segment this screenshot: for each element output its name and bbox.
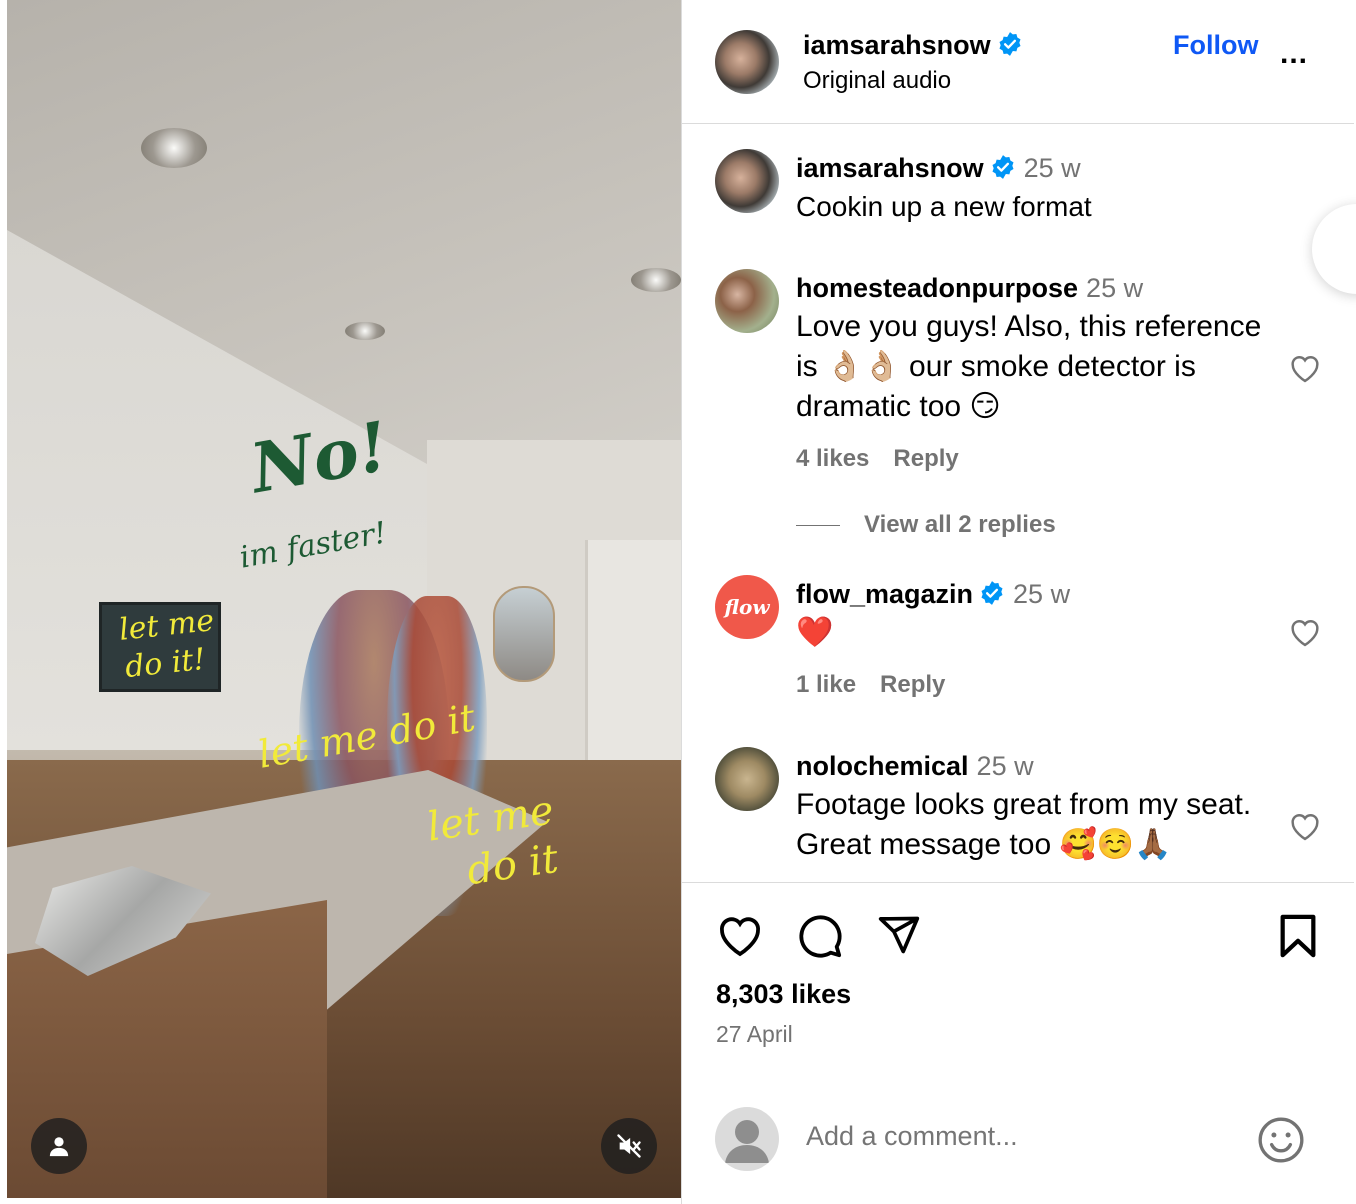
caption-username-text[interactable]: iamsarahsnow <box>796 153 984 183</box>
current-user-avatar <box>715 1107 779 1171</box>
muted-speaker-icon <box>617 1134 641 1158</box>
tagged-users-button[interactable] <box>31 1118 87 1174</box>
comment-icon[interactable] <box>796 913 844 959</box>
ceiling-light <box>345 322 385 340</box>
replies-divider <box>796 524 840 526</box>
post-header: iamsarahsnow Original audio Follow ... <box>682 0 1354 124</box>
comment-time[interactable]: 25 w <box>1086 273 1143 303</box>
add-comment-input[interactable] <box>806 1121 1226 1152</box>
post-likes-count[interactable]: 8,303 likes <box>716 979 851 1010</box>
comment-username-text[interactable]: homesteadonpurpose <box>796 273 1078 303</box>
comment-like-heart-icon[interactable] <box>1288 811 1322 841</box>
author-avatar[interactable] <box>715 30 779 94</box>
bookmark-icon[interactable] <box>1278 913 1318 959</box>
view-replies-button[interactable]: View all 2 replies <box>796 511 1056 539</box>
comment-username[interactable]: homesteadonpurpose 25 w <box>796 273 1143 304</box>
verified-badge-icon <box>999 32 1021 56</box>
comment-username[interactable]: flow_magazin 25 w <box>796 579 1070 610</box>
caption-avatar[interactable] <box>715 149 779 213</box>
comment-text: Footage looks great from my seat. Great … <box>796 788 1252 861</box>
more-options-button[interactable]: ... <box>1280 39 1308 69</box>
post-details-panel: iamsarahsnow Original audio Follow ... i… <box>681 0 1356 1204</box>
comment-text: Love you guys! Also, this reference is 👌… <box>796 310 1262 423</box>
comment-username-text[interactable]: nolochemical <box>796 751 969 781</box>
follow-button[interactable]: Follow <box>1173 30 1258 61</box>
comment-like-heart-icon[interactable] <box>1288 353 1322 383</box>
caption-time[interactable]: 25 w <box>1024 153 1081 183</box>
author-username[interactable]: iamsarahsnow <box>803 30 1023 61</box>
comment-meta: 4 likes Reply <box>796 445 983 473</box>
comment-time[interactable]: 25 w <box>1013 579 1070 609</box>
original-audio-link[interactable]: Original audio <box>803 67 951 95</box>
mute-toggle-button[interactable] <box>601 1118 657 1174</box>
view-replies-label[interactable]: View all 2 replies <box>864 511 1056 539</box>
comment-avatar[interactable] <box>715 269 779 333</box>
comment-reply-button[interactable]: Reply <box>880 671 945 698</box>
comment-like-heart-icon[interactable] <box>1288 617 1322 647</box>
caption-username[interactable]: iamsarahsnow 25 w <box>796 153 1081 184</box>
comment-avatar[interactable]: flow <box>715 575 779 639</box>
flow-logo-text: flow <box>724 595 770 619</box>
heart-icon[interactable] <box>716 913 764 957</box>
comment-likes-count[interactable]: 1 like <box>796 671 856 698</box>
post-date[interactable]: 27 April <box>716 1021 793 1048</box>
comment-likes-count[interactable]: 4 likes <box>796 445 869 472</box>
author-username-text[interactable]: iamsarahsnow <box>803 30 991 60</box>
comment-time[interactable]: 25 w <box>977 751 1034 781</box>
caption-text: Cookin up a new format <box>796 191 1092 222</box>
default-avatar-icon <box>725 1120 769 1163</box>
comment-avatar[interactable] <box>715 747 779 811</box>
emoji-smiley-icon[interactable] <box>1256 1115 1306 1165</box>
comments-list[interactable]: iamsarahsnow 25 w Cookin up a new format … <box>682 125 1354 881</box>
share-icon[interactable] <box>876 913 922 957</box>
ceiling-light <box>631 268 681 292</box>
verified-badge-icon <box>981 581 1003 605</box>
comment-reply-button[interactable]: Reply <box>893 445 958 472</box>
verified-badge-icon <box>992 155 1014 179</box>
video-mirror <box>493 586 555 682</box>
comment-meta: 1 like Reply <box>796 671 969 699</box>
reel-video[interactable]: No! im faster! let me do it! let me do i… <box>7 0 681 1198</box>
person-icon <box>49 1137 69 1157</box>
add-comment-row <box>682 1095 1354 1204</box>
ceiling-light <box>141 128 207 168</box>
comment-username[interactable]: nolochemical 25 w <box>796 751 1034 782</box>
post-actions: 8,303 likes 27 April <box>682 882 1354 1204</box>
comment-username-text[interactable]: flow_magazin <box>796 579 973 609</box>
comment-text: ❤️ <box>796 616 834 649</box>
